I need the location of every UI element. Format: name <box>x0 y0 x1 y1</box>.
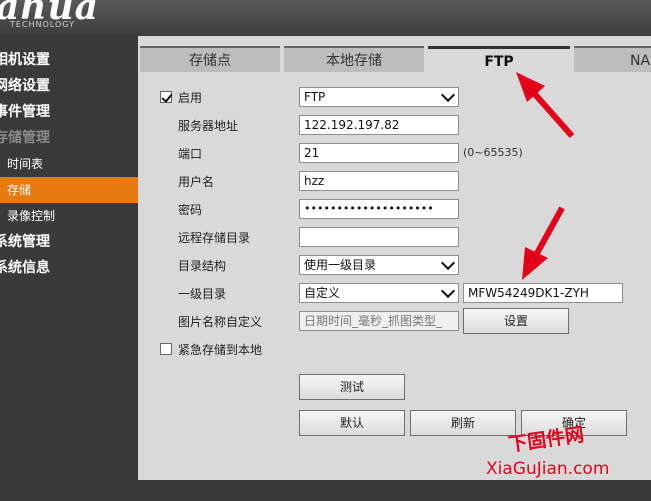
annotation-arrow-ftp-tab <box>516 72 575 138</box>
annotation-arrow-first-dir <box>522 206 565 280</box>
watermark-url: XiaGuJian.com <box>486 459 610 479</box>
